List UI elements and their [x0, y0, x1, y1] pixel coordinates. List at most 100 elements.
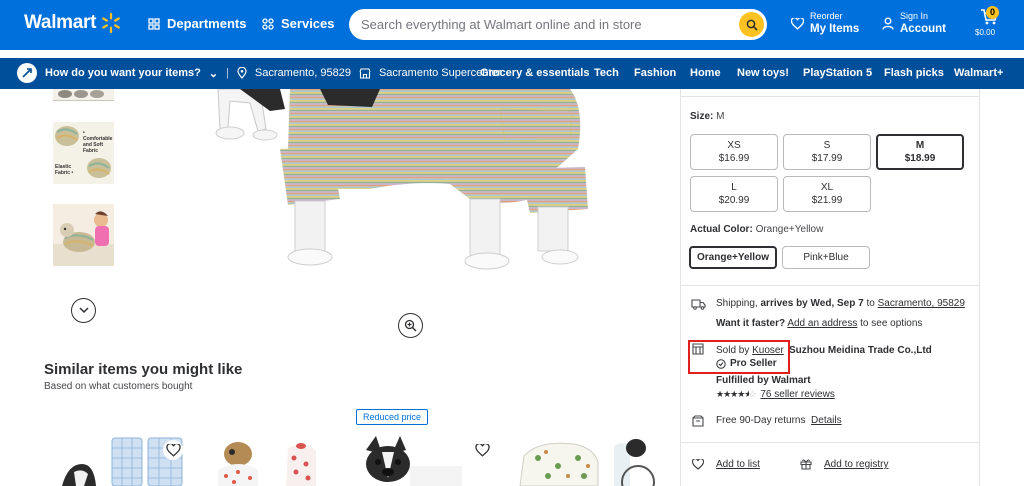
heart-icon	[791, 17, 804, 30]
delivery-options[interactable]: How do you want your items? ⌄ | Sacramen…	[17, 63, 501, 83]
sign-in-label: Sign In	[900, 11, 929, 21]
star-rating-icon: ★★★★★☆	[716, 389, 756, 399]
returns-icon	[692, 415, 704, 427]
secondary-nav: How do you want your items? ⌄ | Sacramen…	[0, 58, 1024, 89]
truck-icon	[691, 299, 706, 310]
thumbnail-3[interactable]	[53, 204, 114, 266]
delivery-icon	[17, 63, 37, 83]
size-label: Size: M	[690, 111, 724, 122]
shipping-prefix: Shipping,	[716, 298, 758, 309]
size-option-xl[interactable]: XL $21.99	[783, 176, 871, 212]
seller-company: Suzhou Meidina Trade Co.,Ltd	[789, 345, 932, 356]
similar-item-4-image[interactable]	[518, 436, 656, 486]
nav-link-tech[interactable]: Tech	[594, 67, 619, 79]
shipping-arrival: arrives by Wed, Sep 7	[760, 298, 864, 309]
account-menu[interactable]: Sign In Account	[882, 11, 946, 36]
size-name: XS	[727, 140, 741, 151]
fulfilled-by: Fulfilled by Walmart	[716, 375, 811, 386]
search-input[interactable]	[349, 17, 729, 32]
top-header: Walmart Departments Services Reorder	[0, 0, 1024, 50]
color-label: Actual Color: Orange+Yellow	[690, 224, 823, 235]
separator: |	[226, 67, 229, 79]
size-price: $20.99	[718, 195, 750, 206]
size-name: XL	[820, 182, 834, 193]
nav-link-playstation[interactable]: PlayStation 5	[803, 67, 872, 79]
nav-link-new-toys[interactable]: New toys!	[737, 67, 789, 79]
nav-link-grocery[interactable]: Grocery & essentials	[480, 67, 589, 79]
color-label-text: Actual Color:	[690, 224, 753, 235]
reduced-price-badge: Reduced price	[356, 409, 429, 425]
zip-location: Sacramento, 95829	[254, 67, 351, 79]
size-option-l[interactable]: L $20.99	[690, 176, 778, 212]
nav-link-flash-picks[interactable]: Flash picks	[884, 67, 944, 79]
reorder-my-items[interactable]: Reorder My Items	[791, 11, 859, 36]
gallery-next-button[interactable]	[71, 298, 96, 323]
walmart-logo[interactable]: Walmart	[24, 12, 122, 34]
favorite-button-1[interactable]	[163, 440, 183, 460]
thumbnail-caption-1: • Comfortable and Soft Fabric	[83, 130, 113, 154]
size-name: L	[731, 182, 737, 193]
color-option-orange-yellow[interactable]: Orange+Yellow	[689, 246, 777, 269]
zoom-button[interactable]	[398, 313, 423, 338]
cart-count-badge: 0	[986, 6, 999, 19]
my-items-label: My Items	[810, 23, 860, 35]
returns-label: Free 90-Day returns	[716, 415, 806, 426]
main-product-image[interactable]	[200, 89, 600, 274]
spark-icon	[102, 12, 121, 34]
size-price: $21.99	[811, 195, 843, 206]
thumbnail-caption-2: Elastic Fabric •	[55, 164, 74, 176]
size-price: $16.99	[718, 153, 750, 164]
chevron-down-icon: ⌄	[208, 67, 219, 80]
thumbnail-2[interactable]: • Comfortable and Soft Fabric Elastic Fa…	[53, 122, 114, 184]
delivery-prompt: How do you want your items?	[45, 67, 201, 79]
size-name: M	[915, 140, 925, 151]
services-button[interactable]: Services	[262, 16, 335, 31]
size-name: S	[823, 140, 831, 151]
user-icon	[882, 17, 894, 30]
size-selected-value: M	[716, 111, 725, 122]
search-button[interactable]	[739, 12, 764, 37]
departments-button[interactable]: Departments	[148, 16, 246, 31]
faster-question: Want it faster?	[716, 318, 786, 329]
gift-icon	[800, 459, 812, 470]
color-option-pink-blue[interactable]: Pink+Blue	[782, 246, 870, 269]
nav-link-fashion[interactable]: Fashion	[634, 67, 676, 79]
reorder-label: Reorder	[810, 11, 843, 21]
cart-button[interactable]: 0 $0.00	[975, 6, 1002, 37]
size-price: $17.99	[811, 153, 843, 164]
heart-icon	[474, 443, 490, 457]
size-option-xs[interactable]: XS $16.99	[690, 134, 778, 170]
shipping-to: to	[866, 298, 875, 309]
size-price: $18.99	[904, 153, 936, 164]
seller-rating: ★★★★★☆ 76 seller reviews	[716, 389, 835, 400]
panel-divider	[680, 96, 980, 97]
grid-icon	[148, 17, 160, 30]
search-bar	[349, 9, 767, 40]
similar-item-3-image[interactable]	[362, 436, 462, 486]
search-icon	[746, 19, 758, 31]
thumbnail-1[interactable]	[53, 89, 114, 101]
location-pin-icon	[237, 67, 247, 79]
returns-details-link[interactable]: Details	[811, 415, 842, 426]
size-option-s[interactable]: S $17.99	[783, 134, 871, 170]
cart-total: $0.00	[975, 28, 996, 37]
similar-item-2-image[interactable]	[212, 436, 332, 486]
size-option-m[interactable]: M $18.99	[876, 134, 964, 170]
section-divider	[680, 285, 980, 286]
seller-reviews-link[interactable]: 76 seller reviews	[760, 389, 834, 400]
shipping-location-link[interactable]: Sacramento, 95829	[878, 298, 965, 309]
add-address-link[interactable]: Add an address	[787, 318, 857, 329]
add-to-registry-link[interactable]: Add to registry	[824, 459, 888, 470]
nav-link-walmart-plus[interactable]: Walmart+	[954, 67, 1003, 79]
seller-highlight-box	[688, 340, 790, 374]
chevron-down-icon	[78, 307, 89, 314]
favorite-button-3[interactable]	[472, 440, 492, 460]
account-label: Account	[900, 23, 946, 35]
faster-shipping: Want it faster? Add an address to see op…	[716, 318, 922, 329]
returns-info: Free 90-Day returns Details	[716, 415, 842, 426]
nav-link-home[interactable]: Home	[690, 67, 721, 79]
zoom-in-icon	[404, 319, 417, 332]
store-icon	[359, 67, 371, 79]
similar-items-title: Similar items you might like	[44, 361, 243, 378]
add-to-list-link[interactable]: Add to list	[716, 459, 760, 470]
